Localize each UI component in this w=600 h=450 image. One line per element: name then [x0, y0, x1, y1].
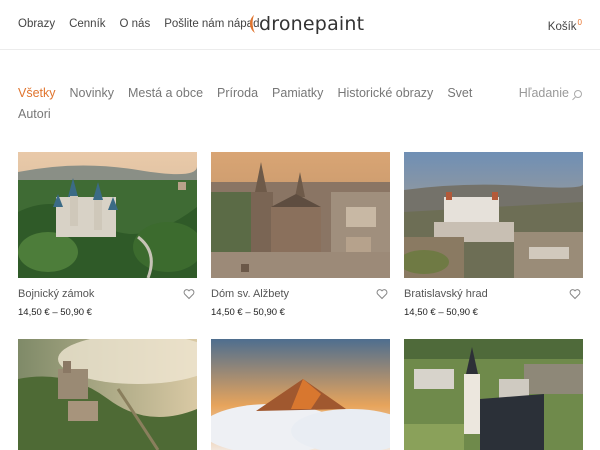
site-header: Obrazy Cenník O nás Pošlite nám nápad dr…	[0, 0, 600, 50]
product-price: 14,50 € – 50,90 €	[404, 307, 478, 318]
main-nav: Obrazy Cenník O nás Pošlite nám nápad	[18, 18, 273, 30]
cart-label: Košík	[547, 20, 577, 33]
nav-link-obrazy[interactable]: Obrazy	[18, 18, 55, 30]
product-name[interactable]: Dóm sv. Alžbety	[211, 288, 390, 302]
filter-pamiatky[interactable]: Pamiatky	[272, 83, 323, 104]
logo-text: dronepaint	[259, 13, 365, 35]
search-icon	[574, 89, 582, 98]
nav-link-o-nas[interactable]: O nás	[120, 18, 151, 30]
filter-autori[interactable]: Autori	[18, 104, 51, 125]
product-card[interactable]	[404, 339, 583, 450]
heart-icon[interactable]	[569, 288, 581, 300]
heart-icon[interactable]	[183, 288, 195, 300]
filter-svet[interactable]: Svet	[447, 83, 472, 104]
product-card[interactable]: Bojnický zámok 14,50 € – 50,90 €	[18, 152, 197, 318]
cart-link[interactable]: Košík0	[548, 18, 582, 33]
product-name[interactable]: Bojnický zámok	[18, 288, 197, 302]
logo-mark-icon	[250, 15, 255, 33]
search-toggle[interactable]: Hľadanie	[519, 83, 582, 104]
product-price: 14,50 € – 50,90 €	[18, 307, 92, 318]
product-price: 14,50 € – 50,90 €	[211, 307, 285, 318]
filter-mesta-a-obce[interactable]: Mestá a obce	[128, 83, 203, 104]
product-image[interactable]	[18, 339, 197, 450]
filter-priroda[interactable]: Príroda	[217, 83, 258, 104]
product-card[interactable]	[211, 339, 390, 450]
product-image-bratislavsky-hrad[interactable]	[404, 152, 583, 278]
product-image-bojnicky-zamok[interactable]	[18, 152, 197, 278]
product-image[interactable]	[404, 339, 583, 450]
filter-historicke-obrazy[interactable]: Historické obrazy	[337, 83, 433, 104]
nav-link-poslite-napad[interactable]: Pošlite nám nápad	[164, 18, 259, 30]
product-image[interactable]	[211, 339, 390, 450]
product-image-dom-sv-alzbety[interactable]	[211, 152, 390, 278]
product-card[interactable]	[18, 339, 197, 450]
cart-count-badge: 0	[577, 18, 582, 27]
filter-vsetky[interactable]: Všetky	[18, 83, 56, 104]
nav-link-cennik[interactable]: Cenník	[69, 18, 105, 30]
product-name[interactable]: Bratislavský hrad	[404, 288, 583, 302]
product-card[interactable]: Dóm sv. Alžbety 14,50 € – 50,90 €	[211, 152, 390, 318]
filter-novinky[interactable]: Novinky	[70, 83, 114, 104]
search-label: Hľadanie	[518, 86, 569, 100]
heart-icon[interactable]	[376, 288, 388, 300]
category-filter-bar: Všetky Novinky Mestá a obce Príroda Pamiatky…	[18, 83, 518, 125]
product-card[interactable]: Bratislavský hrad 14,50 € – 50,90 €	[404, 152, 583, 318]
site-logo[interactable]: dronepaint	[247, 13, 364, 35]
